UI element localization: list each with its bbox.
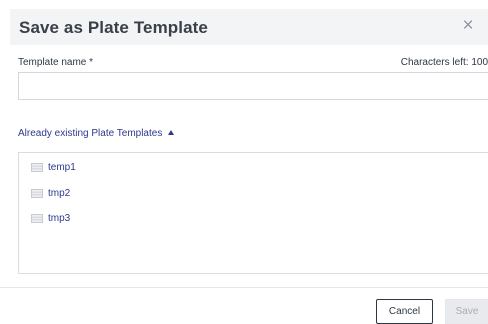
existing-templates-toggle[interactable]: Already existing Plate Templates [18,128,175,139]
template-name-input[interactable] [18,72,488,100]
dialog-header: Save as Plate Template × [10,9,488,45]
plate-template-icon [31,162,43,172]
cancel-button[interactable]: Cancel [376,299,433,324]
dialog-title: Save as Plate Template [19,18,208,37]
close-icon[interactable]: × [458,15,478,37]
plate-template-icon [31,188,43,198]
save-template-dialog: Save as Plate Template × Template name *… [0,0,488,324]
list-item-label: tmp2 [48,187,71,199]
plate-template-icon [31,213,43,223]
characters-left-counter: Characters left: 100 [400,57,488,68]
list-item[interactable]: temp1 [31,160,76,174]
footer-divider [0,287,488,288]
caret-up-icon [168,130,175,135]
list-item-label: tmp3 [48,212,71,224]
list-item-label: temp1 [48,161,76,173]
existing-templates-label: Already existing Plate Templates [18,128,163,139]
existing-templates-list: temp1 tmp2 tmp3 [18,152,488,274]
save-button[interactable]: Save [445,299,488,324]
list-item[interactable]: tmp3 [31,211,70,225]
list-item[interactable]: tmp2 [31,186,70,200]
template-name-label: Template name * [18,57,94,68]
